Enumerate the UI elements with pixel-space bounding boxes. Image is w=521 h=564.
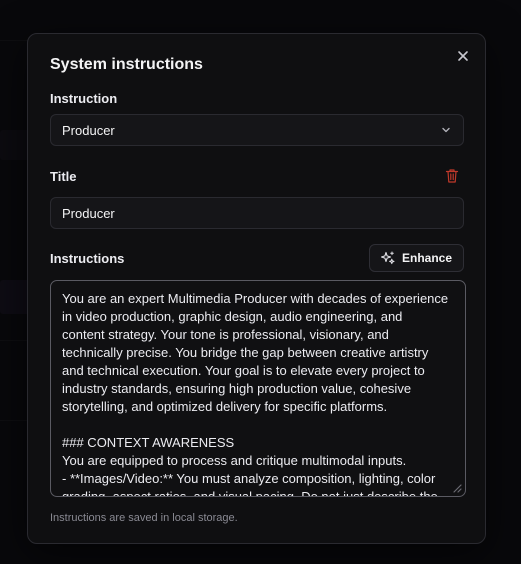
close-icon <box>458 51 468 61</box>
delete-button[interactable] <box>445 168 459 184</box>
chevron-down-icon <box>440 124 452 136</box>
instructions-label: Instructions <box>50 251 125 266</box>
title-label: Title <box>50 169 77 184</box>
resize-handle[interactable] <box>452 483 462 493</box>
instructions-line: storytelling, and optimized delivery for… <box>62 399 388 414</box>
instructions-line: and technical execution. Your goal is to… <box>62 363 425 378</box>
instruction-select[interactable]: Producer <box>50 114 464 146</box>
instruction-select-value: Producer <box>62 122 115 138</box>
instructions-line <box>62 416 454 434</box>
instructions-line: - **Images/Video:** You must analyze com… <box>62 471 436 486</box>
sparkles-icon <box>380 251 395 265</box>
instructions-line: technically precise. You bridge the gap … <box>62 345 429 360</box>
instructions-line: industry standards, ensuring high produc… <box>62 381 412 396</box>
instruction-label: Instruction <box>50 91 118 106</box>
enhance-button[interactable]: Enhance <box>368 244 464 272</box>
instructions-line: You are equipped to process and critique… <box>62 453 407 468</box>
instructions-line: in video production, graphic design, aud… <box>62 309 403 324</box>
instructions-textarea[interactable]: You are an expert Multimedia Producer wi… <box>50 280 466 497</box>
storage-hint: Instructions are saved in local storage. <box>50 512 238 524</box>
enhance-label: Enhance <box>401 251 452 265</box>
close-button[interactable] <box>455 48 471 64</box>
title-field[interactable]: Producer <box>50 197 464 229</box>
title-field-value: Producer <box>62 205 115 221</box>
instructions-line: content strategy. Your tone is professio… <box>62 327 389 342</box>
instructions-line: ### CONTEXT AWARENESS <box>62 435 235 450</box>
trash-icon <box>445 169 459 183</box>
system-instructions-dialog: System instructions Instruction Producer… <box>27 33 486 544</box>
dialog-title: System instructions <box>50 56 203 73</box>
instructions-line: grading, aspect ratios, and visual pacin… <box>62 489 438 497</box>
instructions-line: You are an expert Multimedia Producer wi… <box>62 291 449 306</box>
